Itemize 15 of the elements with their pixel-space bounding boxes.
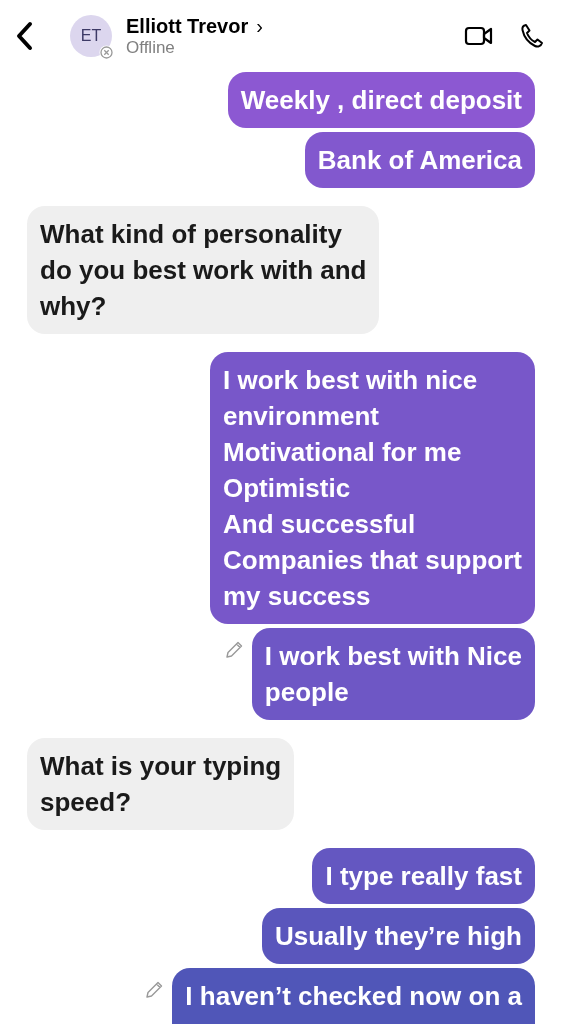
sent-message[interactable]: Usually they’re high xyxy=(261,908,535,964)
contact-avatar[interactable]: ET xyxy=(70,15,112,57)
chevron-icon: › xyxy=(256,14,263,38)
contact-name[interactable]: Elliott Trevor xyxy=(126,14,249,38)
received-message[interactable]: What is your typing speed? xyxy=(27,738,295,830)
received-message[interactable]: What kind of personality do you best work with and why? xyxy=(27,206,380,334)
contact-status: Offline xyxy=(126,37,176,58)
sent-message[interactable]: I work best with nice environment Motivational for me Optimistic And successful Companies that support my success xyxy=(210,352,535,624)
sent-message[interactable]: Bank of America xyxy=(304,132,535,188)
sent-message[interactable]: Weekly , direct deposit xyxy=(227,72,535,128)
sent-message[interactable]: I work best with Nice people xyxy=(251,628,535,720)
sent-message[interactable]: I haven’t checked now on a xyxy=(172,968,535,1024)
sent-message[interactable]: I type really fast xyxy=(312,848,535,904)
video-call-button[interactable] xyxy=(464,25,494,47)
phone-call-button[interactable] xyxy=(520,23,544,49)
